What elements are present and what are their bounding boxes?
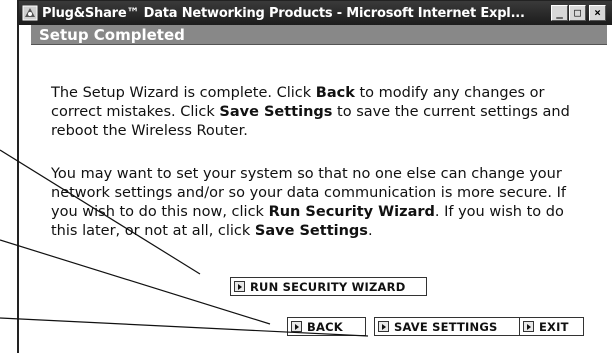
arrow-icon bbox=[523, 321, 534, 332]
close-button[interactable]: × bbox=[589, 5, 606, 21]
run-security-wizard-label: RUN SECURITY WIZARD bbox=[250, 279, 406, 294]
exit-button[interactable]: EXIT bbox=[519, 317, 584, 336]
browser-window: Plug&Share™ Data Networking Products - M… bbox=[17, 0, 612, 354]
save-settings-button[interactable]: SAVE SETTINGS bbox=[374, 317, 523, 336]
arrow-icon bbox=[234, 281, 245, 292]
security-run-term: Run Security Wizard bbox=[268, 204, 435, 220]
page-content: Setup Completed The Setup Wizard is comp… bbox=[31, 25, 612, 354]
minimize-button[interactable]: _ bbox=[551, 5, 568, 21]
intro-paragraph: The Setup Wizard is complete. Click Back… bbox=[51, 84, 591, 141]
save-settings-label: SAVE SETTINGS bbox=[394, 319, 498, 334]
arrow-icon bbox=[291, 321, 302, 332]
security-paragraph: You may want to set your system so that … bbox=[51, 165, 591, 241]
intro-save-term: Save Settings bbox=[219, 104, 333, 120]
back-button[interactable]: BACK bbox=[287, 317, 366, 336]
intro-back-term: Back bbox=[315, 85, 355, 101]
ie-browser-icon bbox=[22, 5, 38, 21]
exit-label: EXIT bbox=[539, 319, 569, 334]
window-title: Plug&Share™ Data Networking Products - M… bbox=[42, 5, 525, 21]
title-bar[interactable]: Plug&Share™ Data Networking Products - M… bbox=[19, 1, 612, 25]
maximize-button[interactable]: □ bbox=[569, 5, 586, 21]
run-security-wizard-button[interactable]: RUN SECURITY WIZARD bbox=[230, 277, 427, 296]
security-save-term: Save Settings bbox=[254, 223, 368, 239]
page-title: Setup Completed bbox=[31, 25, 607, 45]
intro-text-1: The Setup Wizard is complete. Click bbox=[51, 85, 316, 101]
arrow-icon bbox=[378, 321, 389, 332]
back-label: BACK bbox=[307, 319, 343, 334]
security-text-3: . bbox=[367, 223, 373, 239]
